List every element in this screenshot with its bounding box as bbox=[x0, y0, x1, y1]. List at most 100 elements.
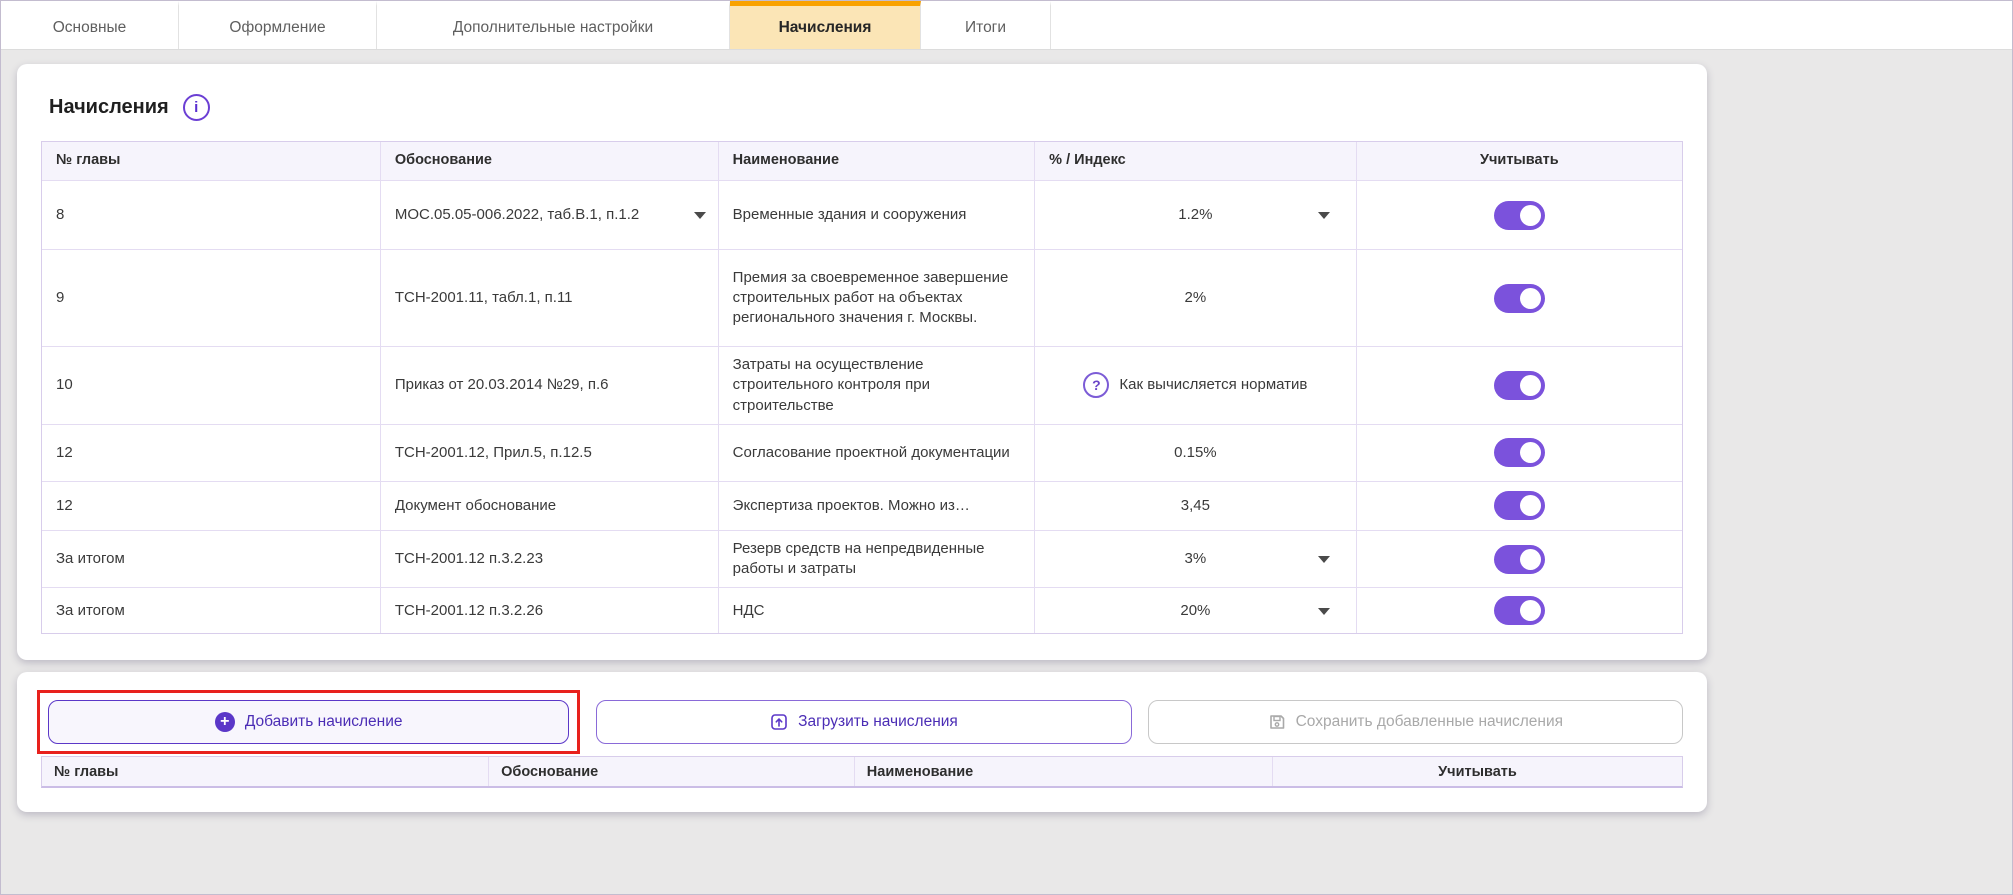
info-icon[interactable]: i bbox=[183, 94, 210, 121]
chapter-cell: 8 bbox=[42, 181, 380, 249]
chapter-cell: За итогом bbox=[42, 531, 380, 588]
toggle-cell bbox=[1356, 425, 1682, 481]
justification-text: ТСН-2001.12, Прил.5, п.12.5 bbox=[395, 443, 592, 463]
chevron-down-icon[interactable] bbox=[1318, 608, 1330, 615]
table-row: 8МОС.05.05-006.2022, таб.В.1, п.1.2 Време… bbox=[42, 180, 1682, 249]
save-icon bbox=[1268, 713, 1286, 731]
value-text: 1.2% bbox=[1178, 205, 1212, 225]
tab-bar: Основные Оформление Дополнительные настр… bbox=[1, 1, 2012, 50]
plus-icon: + bbox=[215, 712, 235, 732]
name-text: Резерв средств на непредвиденные работы … bbox=[733, 539, 1021, 580]
column-header: Учитывать bbox=[1356, 142, 1682, 180]
justification-text: Приказ от 20.03.2014 №29, п.6 bbox=[395, 375, 609, 395]
row-toggle[interactable] bbox=[1494, 284, 1545, 313]
chapter-cell: 12 bbox=[42, 425, 380, 481]
chevron-down-icon[interactable] bbox=[1318, 212, 1330, 219]
table-row: За итогом ТСН-2001.12 п.3.2.26 НДС 20% bbox=[42, 587, 1682, 633]
row-toggle[interactable] bbox=[1494, 438, 1545, 467]
name-cell: Экспертиза проектов. Можно из… bbox=[718, 482, 1035, 530]
row-toggle[interactable] bbox=[1494, 596, 1545, 625]
justification-text: ТСН-2001.12 п.3.2.26 bbox=[395, 601, 543, 621]
chevron-down-icon[interactable] bbox=[1318, 556, 1330, 563]
actions-card: + Добавить начисление Загрузить начислен… bbox=[17, 672, 1707, 812]
value-cell: 0.15% bbox=[1034, 425, 1355, 481]
justification-cell: ТСН-2001.12 п.3.2.26 bbox=[380, 588, 718, 633]
column-header: Учитывать bbox=[1272, 757, 1682, 786]
upload-icon bbox=[770, 713, 788, 731]
name-cell: Резерв средств на непредвиденные работы … bbox=[718, 531, 1035, 588]
table-row: 9 ТСН-2001.11, табл.1, п.11 Премия за свое… bbox=[42, 249, 1682, 346]
row-toggle[interactable] bbox=[1494, 545, 1545, 574]
toggle-knob bbox=[1520, 495, 1541, 516]
load-charges-label: Загрузить начисления bbox=[798, 713, 958, 731]
new-charges-table-header: № главыОбоснованиеНаименованиеУчитывать bbox=[41, 756, 1683, 788]
name-text: Экспертиза проектов. Можно из… bbox=[733, 496, 970, 516]
table-row: 12 Документ обоснование Экспертиза проекто… bbox=[42, 481, 1682, 530]
load-charges-button[interactable]: Загрузить начисления bbox=[596, 700, 1131, 744]
add-charge-button[interactable]: + Добавить начисление bbox=[48, 700, 569, 744]
actions-row: + Добавить начисление Загрузить начислен… bbox=[41, 700, 1683, 744]
tab-nachisleniya[interactable]: Начисления bbox=[730, 1, 921, 49]
tab-dopolnitelnye-nastroyki[interactable]: Дополнительные настройки bbox=[377, 1, 730, 49]
value-text: 3% bbox=[1185, 549, 1207, 569]
save-charges-label: Сохранить добавленные начисления bbox=[1296, 713, 1563, 731]
column-header: Обоснование bbox=[380, 142, 718, 180]
tab-osnovnye[interactable]: Основные bbox=[1, 1, 179, 49]
justification-cell: ТСН-2001.11, табл.1, п.11 bbox=[380, 250, 718, 346]
value-cell: 1.2% bbox=[1034, 181, 1355, 249]
name-cell: Премия за своевременное завершение строи… bbox=[718, 250, 1035, 346]
name-text: НДС bbox=[733, 601, 765, 621]
add-charge-label: Добавить начисление bbox=[245, 713, 403, 731]
value-cell: ?Как вычисляется норматив bbox=[1034, 347, 1355, 424]
justification-cell: ТСН-2001.12, Прил.5, п.12.5 bbox=[380, 425, 718, 481]
value-text: 0.15% bbox=[1174, 443, 1217, 463]
value-text: 2% bbox=[1185, 288, 1207, 308]
name-text: Согласование проектной документации bbox=[733, 443, 1010, 463]
name-cell: Согласование проектной документации bbox=[718, 425, 1035, 481]
save-charges-button[interactable]: Сохранить добавленные начисления bbox=[1148, 700, 1683, 744]
table-row: 12 ТСН-2001.12, Прил.5, п.12.5 Согласовани… bbox=[42, 424, 1682, 481]
value-cell: 20% bbox=[1034, 588, 1355, 633]
toggle-cell bbox=[1356, 250, 1682, 346]
value-cell: 3% bbox=[1034, 531, 1355, 588]
charges-table-header: № главыОбоснованиеНаименование% / Индекс… bbox=[42, 142, 1682, 180]
help-link[interactable]: ?Как вычисляется норматив bbox=[1083, 372, 1307, 398]
toggle-cell bbox=[1356, 482, 1682, 530]
column-header: № главы bbox=[42, 757, 488, 786]
name-text: Временные здания и сооружения bbox=[733, 205, 967, 225]
toggle-cell bbox=[1356, 181, 1682, 249]
justification-text: Документ обоснование bbox=[395, 496, 556, 516]
value-text: 3,45 bbox=[1181, 496, 1210, 516]
tab-oformlenie[interactable]: Оформление bbox=[179, 1, 377, 49]
toggle-knob bbox=[1520, 600, 1541, 621]
app-window: Основные Оформление Дополнительные настр… bbox=[0, 0, 2013, 895]
column-header: Наименование bbox=[718, 142, 1035, 180]
chapter-cell: 10 bbox=[42, 347, 380, 424]
toggle-knob bbox=[1520, 375, 1541, 396]
chapter-cell: 9 bbox=[42, 250, 380, 346]
toggle-knob bbox=[1520, 205, 1541, 226]
chapter-cell: 12 bbox=[42, 482, 380, 530]
justification-text: ТСН-2001.12 п.3.2.23 bbox=[395, 549, 543, 569]
row-toggle[interactable] bbox=[1494, 491, 1545, 520]
column-header: № главы bbox=[42, 142, 380, 180]
chevron-down-icon[interactable] bbox=[694, 212, 706, 219]
justification-cell: Документ обоснование bbox=[380, 482, 718, 530]
tab-itogi[interactable]: Итоги bbox=[921, 1, 1051, 49]
question-icon: ? bbox=[1083, 372, 1109, 398]
justification-cell: МОС.05.05-006.2022, таб.В.1, п.1.2 bbox=[380, 181, 718, 249]
red-annotation-box: + Добавить начисление bbox=[37, 690, 580, 754]
page-title: Начисления bbox=[49, 96, 169, 119]
value-text: 20% bbox=[1180, 601, 1210, 621]
chapter-cell: За итогом bbox=[42, 588, 380, 633]
name-cell: Затраты на осуществление строительного к… bbox=[718, 347, 1035, 424]
justification-cell: ТСН-2001.12 п.3.2.23 bbox=[380, 531, 718, 588]
row-toggle[interactable] bbox=[1494, 201, 1545, 230]
column-header: Обоснование bbox=[488, 757, 854, 786]
column-header: % / Индекс bbox=[1034, 142, 1355, 180]
name-text: Затраты на осуществление строительного к… bbox=[733, 355, 1021, 416]
charges-title-row: Начисления i bbox=[49, 94, 1675, 121]
table-row: За итогом ТСН-2001.12 п.3.2.23 Резерв сред… bbox=[42, 530, 1682, 588]
row-toggle[interactable] bbox=[1494, 371, 1545, 400]
justification-text: ТСН-2001.11, табл.1, п.11 bbox=[395, 288, 573, 308]
